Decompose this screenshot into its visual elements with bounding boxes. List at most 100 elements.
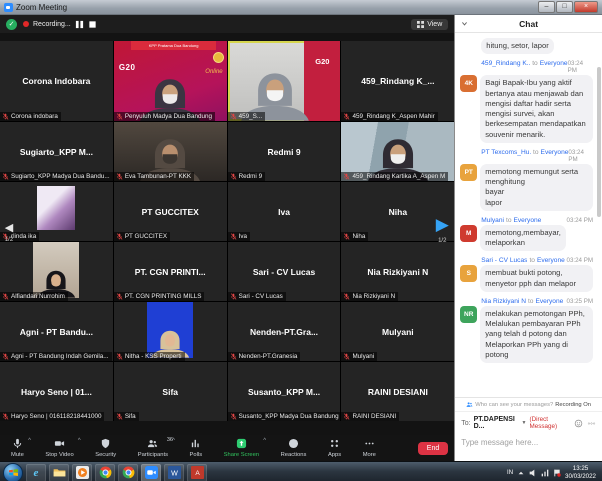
language-indicator[interactable]: IN [507,470,513,476]
media-taskbar-icon[interactable] [72,464,92,481]
speaker-icon[interactable] [529,469,537,477]
chat-message: PT Texcoms_Hu...toEveryone03:24 PMPTmemo… [460,149,593,211]
participant-label: RAINI DESIANI [341,412,399,421]
chevron-up-icon[interactable]: ^ [263,438,266,444]
chrome2-taskbar-icon[interactable] [118,464,138,481]
maximize-button[interactable]: □ [556,1,573,13]
network-icon[interactable] [541,469,549,477]
muted-mic-icon [116,293,123,300]
participant-tile[interactable]: Redmi 9Redmi 9 [228,122,341,181]
start-button[interactable] [3,463,23,481]
minimize-button[interactable]: – [538,1,555,13]
participant-tile[interactable]: Alfiandari Nurrohim [0,242,113,301]
privacy-notice[interactable]: Who can see your messages? Recording On [455,398,602,412]
prev-page-arrow-icon[interactable]: ◀ [1,221,17,234]
explorer-taskbar-icon[interactable] [49,464,69,481]
participant-tile[interactable]: RAINI DESIANI RAINI DESIANI [341,362,454,421]
participant-tile[interactable]: Sari - CV LucasSari - CV Lucas [228,242,341,301]
encryption-shield-icon[interactable]: ✓ [6,19,17,30]
chat-header: Chat [455,15,602,33]
share-screen-button[interactable]: Share Screen^ [219,438,264,458]
polls-button[interactable]: Polls [185,438,208,458]
muted-mic-icon [343,113,350,120]
participant-tile[interactable]: Haryo Seno | 01...Haryo Seno | 016118218… [0,362,113,421]
message-sender[interactable]: 459_Rindang K... [481,60,530,67]
close-button[interactable]: × [574,1,598,13]
more-options-icon[interactable] [587,419,596,428]
participant-name: RAINI DESIANI [343,387,452,397]
chat-footer: Who can see your messages? Recording On … [455,397,602,461]
message-sender[interactable]: Sari - CV Lucas [481,257,527,264]
next-page-arrow-icon[interactable]: ▶ [432,215,452,235]
system-tray[interactable]: IN 13:25 30/03/2022 [507,465,599,480]
participant-tile[interactable]: Nitha - KSS Properti [114,302,227,361]
mute-button[interactable]: Mute^ [6,438,29,458]
message-recipient[interactable]: Everyone [541,149,569,156]
participant-tile[interactable]: Agni - PT Bandu...Agni - PT Bandung Inda… [0,302,113,361]
reactions-button[interactable]: Reactions [276,438,312,458]
ie-taskbar-icon[interactable]: e [26,464,46,481]
stop-recording-button[interactable] [88,20,97,29]
show-hidden-icons-icon[interactable] [517,469,525,477]
video-thumbnail [37,186,75,230]
action-center-flag-icon[interactable] [553,469,561,477]
participant-tile[interactable]: PT GUCCITEXPT GUCCITEX [114,182,227,241]
view-button[interactable]: View [411,19,448,30]
acrobat-taskbar-icon[interactable]: A [187,464,207,481]
g20-logo: G20 [119,63,136,72]
participant-tile[interactable]: KPP Pratama Dua BandungG20OnlinePenyuluh… [114,41,227,121]
participant-tile[interactable]: Sugiarto_KPP M...Sugiarto_KPP Madya Dua … [0,122,113,181]
message-recipient[interactable]: Everyone [537,257,565,264]
message-sender[interactable]: Nia Rizkiyani N [481,298,526,305]
word-taskbar-icon[interactable]: W [164,464,184,481]
chat-message-input[interactable] [455,435,597,461]
chrome-taskbar-icon[interactable] [95,464,115,481]
message-sender[interactable]: PT Texcoms_Hu... [481,149,531,156]
participant-tile[interactable]: Corona IndobaraCorona indobara [0,41,113,121]
next-page-control[interactable]: ▶ 1/2 [432,215,452,244]
emoji-icon[interactable] [574,419,583,428]
taskbar-clock[interactable]: 13:25 30/03/2022 [565,465,599,480]
zoomapp-taskbar-icon[interactable] [141,464,161,481]
profile-photo [147,302,193,358]
participants-button[interactable]: Participants36^ [133,438,173,458]
chevron-down-icon[interactable] [461,20,468,27]
recipient-selector[interactable]: PT.DAPENSI D... ▼ [474,416,527,430]
participant-name: Sugiarto_KPP M... [2,147,111,157]
message-sender[interactable]: Mulyani [481,217,504,224]
grid-view-icon [417,21,424,28]
chat-scrollbar[interactable] [597,67,601,217]
end-meeting-button[interactable]: End [418,442,448,455]
participant-tile[interactable]: Nenden-PT.Gra...Nenden-PT.Granesia [228,302,341,361]
participant-tile[interactable]: IvaIva [228,182,341,241]
previous-page-control[interactable]: ◀ 1/2 [1,221,17,243]
participant-tile[interactable]: PT. CGN PRINTI...PT. CGN PRINTING MILLS [114,242,227,301]
message-time: 03:24 PM [568,60,593,74]
muted-mic-icon [230,233,237,240]
participant-name: Corona Indobara [2,76,111,86]
participant-tile[interactable]: Eva Tambunan-PT KKK [114,122,227,181]
participant-tile[interactable]: MulyaniMulyani [341,302,454,361]
chat-message-list[interactable]: hitung, setor, lapor459_Rindang K...toEv… [455,33,602,397]
participant-label: Eva Tambunan-PT KKK [114,172,194,181]
security-button[interactable]: Security [90,438,121,458]
pause-recording-button[interactable] [75,20,84,29]
chevron-up-icon[interactable]: ^ [172,438,175,444]
stop-video-button[interactable]: Stop Video^ [40,438,78,458]
muted-mic-icon [2,353,9,360]
participant-tile[interactable]: SifaSifa [114,362,227,421]
online-script-text: Online [205,69,222,75]
participant-tile[interactable]: Nia Rizkiyani NNia Rizkiyani N [341,242,454,301]
participant-tile[interactable]: 459_Rindang Kartika A_Aspen M [341,122,454,181]
participant-tile[interactable]: G20459_S... [228,41,341,121]
message-recipient[interactable]: Everyone [513,217,541,224]
chevron-up-icon[interactable]: ^ [28,438,31,444]
chevron-up-icon[interactable]: ^ [78,438,81,444]
more-button[interactable]: More [358,438,381,458]
message-recipient[interactable]: Everyone [535,298,563,305]
apps-button[interactable]: Apps [323,438,346,458]
message-recipient[interactable]: Everyone [540,60,568,67]
participant-tile[interactable]: Susanto_KPP M...Susanto_KPP Madya Dua Ba… [228,362,341,421]
participant-tile[interactable]: 459_Rindang K_...459_Rindang K_Aspen Mah… [341,41,454,121]
window-titlebar[interactable]: Zoom Meeting – □ × [0,0,602,15]
